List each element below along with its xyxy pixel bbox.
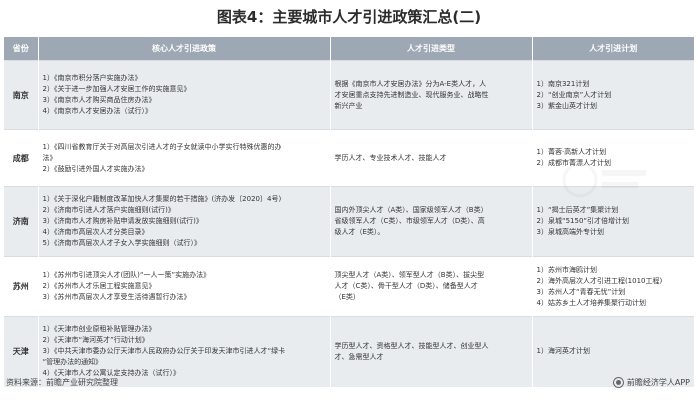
policy-line: 3）《南京市人才购买商品住房办法》 [42, 96, 156, 104]
policy-line: 法》 [42, 153, 57, 162]
header-talent-type: 人才引进类型 [330, 37, 533, 61]
talent-type-line: 顶尖型人才（A类）、领军型人才（B类）、拔尖型 [334, 271, 485, 279]
province-cell: 苏州 [4, 256, 39, 317]
policy-cell: 1）《天津市创业原租补贴管理办法》 2）《天津市“海河英才”行动计划》 3）《中… [38, 316, 331, 387]
talent-type-line: 学历型人才、资格型人才、技能型人才、创业型人 [334, 341, 489, 350]
policy-line: 2）《苏州市人才乐居工程实施意见》 [42, 282, 156, 290]
header-policy: 核心人才引进政策 [38, 37, 331, 61]
talent-type-line: 根据《南京市人才安居办法》分为A-E类人才，人 [334, 79, 487, 88]
plan-line: 2）海外高层次人才引进工程(1010工程) [536, 276, 663, 285]
plan-line: 1）苏州市海鸥计划 [536, 265, 597, 274]
table-row: 南京 1）《南京市积分落户实施办法》 2）《关于进一步加强人才安居工作的实施意见… [4, 60, 694, 130]
policy-line: 3）《济南市人才购房补贴申请发放实施细则(试行)》 [42, 217, 203, 225]
talent-type-line: 才安居重点支持先进制造业、现代服务业、战略性 [334, 90, 489, 99]
plan-line: 4）姑苏乡土人才培养集聚行动计划 [536, 298, 646, 307]
header-province: 省份 [4, 37, 39, 61]
province-cell: 南京 [4, 60, 39, 130]
header-plan: 人才引进计划 [532, 37, 694, 61]
plan-cell: 1）“揭士后英才”集聚计划 2）泉城“5150”引才倍增计划 3）泉城高端外专计… [532, 186, 694, 257]
plan-line: 3）泉城高端外专计划 [536, 228, 604, 236]
plan-cell: 1）菁蓉·高新人才计划 2）成都市菁漂人才计划 [532, 129, 694, 187]
plan-line: 2）成都市菁漂人才计划 [536, 159, 611, 167]
province-cell: 天津 [4, 316, 39, 387]
policy-line: 2）《鼓励引进外国人才实施办法》 [42, 164, 149, 173]
talent-type-line: 国内外顶尖人才（A类）、国家级领军人才（B类） [334, 206, 488, 214]
policy-cell: 1）《苏州市引进顶尖人才(团队)“一人一策”实施办法》 2）《苏州市人才乐居工程… [38, 256, 331, 317]
talent-type-line: 才、急需型人才 [334, 352, 384, 361]
talent-type-line: 省级领军人才（C类）、市级领军人才（D类）、高 [334, 217, 485, 225]
plan-cell: 1）苏州市海鸥计划 2）海外高层次人才引进工程(1010工程) 3）苏州人才“青… [532, 256, 694, 317]
policy-line: 1）《南京市积分落户实施办法》 [42, 74, 142, 82]
table-header-row: 省份 核心人才引进政策 人才引进类型 人才引进计划 [4, 37, 694, 61]
talent-type-line: 级人才（E类）。 [334, 228, 385, 236]
policy-table-container: 省份 核心人才引进政策 人才引进类型 人才引进计划 南京 1）《南京市积分落户实… [4, 37, 694, 387]
plan-line: 1）海河英才计划 [536, 347, 590, 356]
policy-line: 1）《苏州市引进顶尖人才(团队)“一人一策”实施办法》 [42, 271, 211, 279]
plan-line: 3）紫金山英才计划 [536, 101, 597, 110]
policy-line: 1）《四川省教育厅关于对高层次引进人才的子女就读中小学实行特殊优惠的办 [42, 142, 282, 151]
brand-name: 前瞻经济学人APP [626, 378, 690, 387]
policy-line: 3）《中共天津市委办公厅天津市人民政府办公厅关于印发天津市引进人才“绿卡 [42, 347, 286, 356]
talent-type-cell: 顶尖型人才（A类）、领军型人才（B类）、拔尖型 人才（C类）、骨干型人才（D类）… [330, 256, 533, 317]
policy-line: 2）《天津市“海河英才”行动计划》 [42, 336, 149, 345]
plan-cell: 1）海河英才计划 [532, 316, 694, 387]
policy-table: 省份 核心人才引进政策 人才引进类型 人才引进计划 南京 1）《南京市积分落户实… [4, 37, 694, 387]
chart-title: 图表4：主要城市人才引进政策汇总(二) [216, 8, 482, 26]
table-row: 济南 1）《关于深化户籍制度改革加快人才集聚的若干措施》(济办发〔2020〕4号… [4, 186, 694, 257]
policy-cell: 1）《关于深化户籍制度改革加快人才集聚的若干措施》(济办发〔2020〕4号) 2… [38, 186, 331, 257]
brand-logo-icon [612, 377, 624, 388]
talent-type-line: 学历人才、专业技术人才、技能人才 [334, 153, 447, 162]
policy-line: 4）《南京市人才安居办法（试行）》 [42, 107, 152, 115]
plan-line: 3）苏州人才“青春无忧”计划 [536, 287, 626, 296]
policy-line: 1）《天津市创业原租补贴管理办法》 [42, 325, 156, 334]
talent-type-line: （E类） [334, 293, 360, 301]
talent-type-cell: 学历型人才、资格型人才、技能型人才、创业型人 才、急需型人才 [330, 316, 533, 387]
policy-line: 2）《关于进一步加强人才安居工作的实施意见》 [42, 85, 191, 93]
talent-type-line: 新兴产业 [334, 101, 363, 110]
policy-line: 4）《济南市高层次人才分类目录》 [42, 228, 149, 236]
brand-footer: 前瞻经济学人APP [612, 377, 690, 388]
plan-cell: 1）南京321计划 2）“创业南京”人才计划 3）紫金山英才计划 [532, 60, 694, 130]
talent-type-cell: 国内外顶尖人才（A类）、国家级领军人才（B类） 省级领军人才（C类）、市级领军人… [330, 186, 533, 257]
policy-line: 5）《济南市高层次人才子女入学实施细则（试行）》 [42, 239, 201, 247]
plan-line: 2）泉城“5150”引才倍增计划 [536, 217, 630, 225]
source-note: 资料来源：前瞻产业研究院整理 [6, 378, 118, 387]
table-body: 南京 1）《南京市积分落户实施办法》 2）《关于进一步加强人才安居工作的实施意见… [4, 60, 694, 387]
talent-type-line: 人才（C类）、骨干型人才（D类）、储备型人才 [334, 282, 478, 290]
plan-line: 1）菁蓉·高新人才计划 [536, 148, 607, 156]
policy-cell: 1）《四川省教育厅关于对高层次引进人才的子女就读中小学实行特殊优惠的办 法》 2… [38, 129, 331, 187]
policy-cell: 1）《南京市积分落户实施办法》 2）《关于进一步加强人才安居工作的实施意见》 3… [38, 60, 331, 130]
policy-line: 1）《关于深化户籍制度改革加快人才集聚的若干措施》(济办发〔2020〕4号) [42, 195, 282, 203]
talent-type-cell: 学历人才、专业技术人才、技能人才 [330, 129, 533, 187]
plan-line: 1）南京321计划 [536, 79, 590, 88]
province-cell: 成都 [4, 129, 39, 187]
table-row: 成都 1）《四川省教育厅关于对高层次引进人才的子女就读中小学实行特殊优惠的办 法… [4, 129, 694, 187]
table-row: 苏州 1）《苏州市引进顶尖人才(团队)“一人一策”实施办法》 2）《苏州市人才乐… [4, 256, 694, 317]
plan-line: 1）“揭士后英才”集聚计划 [536, 206, 619, 214]
talent-type-cell: 根据《南京市人才安居办法》分为A-E类人才，人 才安居重点支持先进制造业、现代服… [330, 60, 533, 130]
policy-line: 2）《济南市引进人才落户实施细则(试行)》 [42, 206, 175, 214]
policy-line: 3）《苏州市高层次人才享受生活待遇暂行办法》 [42, 293, 191, 301]
province-cell: 济南 [4, 186, 39, 257]
plan-line: 2）“创业南京”人才计划 [536, 90, 612, 99]
policy-line: “管理办法的通知》 [42, 358, 103, 367]
table-row: 天津 1）《天津市创业原租补贴管理办法》 2）《天津市“海河英才”行动计划》 3… [4, 316, 694, 387]
